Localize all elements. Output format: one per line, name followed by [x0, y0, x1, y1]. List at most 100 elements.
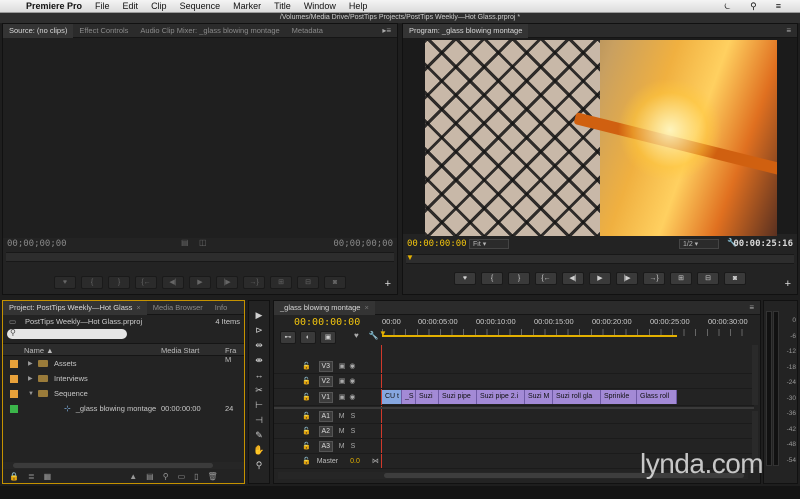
clip[interactable]: CU t: [382, 390, 402, 404]
step-forward-button[interactable]: |▶: [616, 272, 638, 285]
expand-triangle-icon[interactable]: ▶: [28, 360, 38, 367]
lock-icon[interactable]: 🔓: [302, 412, 311, 420]
menu-edit[interactable]: Edit: [123, 1, 139, 11]
lock-icon[interactable]: 🔓: [302, 393, 311, 401]
spotlight-icon[interactable]: ⚲: [750, 1, 757, 12]
track-label[interactable]: V3: [318, 360, 333, 372]
ripple-edit-tool-icon[interactable]: ⇹: [252, 339, 266, 352]
go-to-in-button[interactable]: {←: [135, 276, 157, 289]
razor-tool-icon[interactable]: ✂: [252, 384, 266, 397]
clip[interactable]: Suzi pipe: [439, 390, 477, 404]
track-select-tool-icon[interactable]: ⊳: [252, 324, 266, 337]
sync-lock-icon[interactable]: ▣: [339, 377, 346, 385]
track-label[interactable]: V2: [318, 375, 333, 387]
column-media-start[interactable]: Media Start: [161, 346, 199, 355]
menu-file[interactable]: File: [95, 1, 110, 11]
track-label[interactable]: A2: [318, 425, 333, 437]
clip[interactable]: Suzi M: [525, 390, 553, 404]
rolling-edit-tool-icon[interactable]: ⇼: [252, 354, 266, 367]
go-to-in-button[interactable]: {←: [535, 272, 557, 285]
notification-icon[interactable]: ≡: [776, 1, 781, 12]
expand-triangle-icon[interactable]: ▶: [28, 375, 38, 382]
tab-sequence[interactable]: _glass blowing montage ×: [274, 300, 375, 315]
hand-tool-icon[interactable]: ✋: [252, 444, 266, 457]
step-forward-button[interactable]: |▶: [216, 276, 238, 289]
step-back-button[interactable]: ◀|: [162, 276, 184, 289]
export-frame-icon[interactable]: ▤: [181, 238, 189, 247]
status-icon[interactable]: ⏾: [724, 1, 731, 12]
zoom-slider[interactable]: ▲: [129, 472, 137, 481]
menu-title[interactable]: Title: [274, 1, 291, 11]
lock-icon[interactable]: 🔓: [302, 377, 311, 385]
panel-menu-icon[interactable]: ≡: [786, 26, 791, 35]
lock-icon[interactable]: 🔓: [302, 457, 311, 465]
horizontal-scrollbar[interactable]: [3, 462, 244, 469]
mute-button[interactable]: M: [339, 413, 345, 420]
menu-clip[interactable]: Clip: [151, 1, 167, 11]
lift-button[interactable]: ⊞: [670, 272, 692, 285]
marker-icon[interactable]: ♥: [354, 331, 359, 344]
track-label[interactable]: V1: [318, 391, 333, 403]
trash-icon[interactable]: 🗑: [208, 472, 218, 481]
slip-tool-icon[interactable]: ⊢: [252, 399, 266, 412]
sync-lock-icon[interactable]: ▣: [339, 393, 346, 401]
zoom-tool-icon[interactable]: ⚲: [252, 459, 266, 472]
eye-icon[interactable]: ◉: [349, 362, 355, 370]
step-back-button[interactable]: ◀|: [562, 272, 584, 285]
list-item[interactable]: ▼ Sequence: [3, 386, 244, 401]
master-volume[interactable]: 0.0: [350, 458, 360, 465]
pen-tool-icon[interactable]: ✎: [252, 429, 266, 442]
zoom-dropdown[interactable]: Fit ▾: [469, 239, 509, 249]
panel-menu-icon[interactable]: ≡: [749, 303, 754, 312]
menu-sequence[interactable]: Sequence: [180, 1, 221, 11]
add-marker-button[interactable]: ♥: [454, 272, 476, 285]
clip[interactable]: Glass roll: [637, 390, 677, 404]
play-button[interactable]: ▶: [589, 272, 611, 285]
new-bin-icon[interactable]: ▭: [178, 472, 186, 481]
clip[interactable]: Suzi roll gla: [553, 390, 601, 404]
source-timecode-left[interactable]: 00;00;00;00: [7, 239, 67, 249]
resolution-dropdown[interactable]: 1/2 ▾: [679, 239, 719, 249]
collapse-triangle-icon[interactable]: ▼: [28, 391, 38, 397]
add-button-icon[interactable]: +: [385, 278, 391, 290]
add-marker-button[interactable]: ♥: [54, 276, 76, 289]
toggle-icon[interactable]: ◫: [199, 238, 207, 247]
list-item[interactable]: ▶ Interviews: [3, 371, 244, 386]
clip[interactable]: _S: [402, 390, 416, 404]
program-time-ruler[interactable]: ▼: [406, 253, 794, 264]
export-frame-button[interactable]: ◙: [724, 272, 746, 285]
track-label[interactable]: A3: [318, 440, 333, 452]
tab-source[interactable]: Source: (no clips): [3, 23, 74, 38]
menu-window[interactable]: Window: [304, 1, 336, 11]
snap-icon[interactable]: ⊷: [280, 331, 296, 344]
clip[interactable]: Suzi pipe 2.i: [477, 390, 525, 404]
menu-help[interactable]: Help: [349, 1, 368, 11]
add-button-icon[interactable]: +: [785, 278, 791, 290]
slide-tool-icon[interactable]: ⊣: [252, 414, 266, 427]
track-label[interactable]: A1: [318, 410, 333, 422]
tab-effect-controls[interactable]: Effect Controls: [73, 24, 134, 38]
playhead-icon[interactable]: ▼: [379, 329, 387, 338]
mark-out-button[interactable]: }: [508, 272, 530, 285]
timeline-timecode[interactable]: 00:00:00:00: [294, 317, 360, 328]
eye-icon[interactable]: ◉: [349, 393, 355, 401]
eye-icon[interactable]: ◉: [349, 377, 355, 385]
playhead-icon[interactable]: ▼: [406, 253, 414, 262]
list-view-icon[interactable]: ≣: [28, 472, 35, 481]
list-item[interactable]: ▶ Assets: [3, 356, 244, 371]
add-marker-icon[interactable]: ▣: [320, 331, 336, 344]
mark-in-button[interactable]: {: [481, 272, 503, 285]
lock-icon[interactable]: 🔓: [302, 442, 311, 450]
sync-lock-icon[interactable]: ▣: [339, 362, 346, 370]
clip[interactable]: Sprinkle: [601, 390, 637, 404]
new-item-icon[interactable]: ▯: [194, 472, 198, 481]
settings-wrench-icon[interactable]: 🔧: [369, 331, 379, 344]
selection-tool-icon[interactable]: ▶: [252, 309, 266, 322]
tab-info[interactable]: Info: [209, 301, 234, 315]
source-time-ruler[interactable]: [6, 252, 394, 262]
automate-icon[interactable]: ▤: [146, 472, 154, 481]
app-name-menu[interactable]: Premiere Pro: [26, 1, 82, 11]
lock-icon[interactable]: 🔓: [302, 427, 311, 435]
search-input[interactable]: ⚲: [7, 328, 127, 339]
go-to-out-button[interactable]: →}: [243, 276, 265, 289]
